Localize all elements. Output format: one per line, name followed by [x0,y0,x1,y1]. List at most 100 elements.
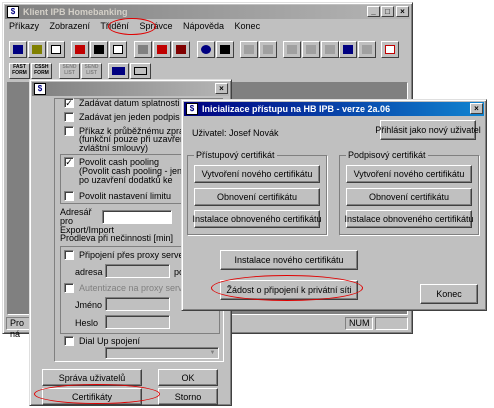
dialog-titlebar: $ Inicializace přístupu na HB IPB - verz… [184,102,484,116]
proxy-checkbox[interactable] [64,250,74,260]
page-icon [113,45,123,54]
dialog-title: Inicializace přístupu na HB IPB - verze … [202,104,391,114]
access-install-renewed-button[interactable]: Instalace obnoveného certifikátu [192,210,322,228]
dialup-label: Dial Up spojení [79,336,141,346]
limit-label: Povolit nastavení limitu [79,191,172,201]
single-signature-label: Zadávat jen jeden podpis [79,112,180,122]
toolbar-button-14[interactable] [283,41,301,58]
settings-close-button[interactable]: × [215,83,228,94]
toolbar-button-19[interactable] [381,41,399,58]
limit-checkbox[interactable] [64,191,74,201]
toolbar-button-3[interactable] [47,41,65,58]
cash-pooling-note: (Povolit cash pooling - jen po uzavření … [79,167,183,185]
due-date-checkbox[interactable]: ✓ [64,98,74,108]
access-renew-cert-button[interactable]: Obnovení certifikátu [194,188,320,206]
cancel-button[interactable]: Storno [158,388,218,405]
document-icon [325,45,335,54]
toolbar-button-9[interactable] [172,41,190,58]
toolbar-button-12[interactable] [240,41,258,58]
toolbar-button-2[interactable] [28,41,46,58]
dialup-select[interactable]: ▼ [105,347,219,359]
dialup-checkbox[interactable] [64,336,74,346]
page-icon [51,45,61,54]
signing-renew-cert-button[interactable]: Obnovení certifikátu [346,188,472,206]
toolbar-button-18[interactable] [358,41,376,58]
document-icon [220,45,230,54]
continuous-processing-note: (funkční pouze při uzavření zvláštní sml… [79,134,188,153]
name-input[interactable] [105,297,170,311]
toolbar-button-15[interactable] [302,41,320,58]
document-icon [176,45,186,54]
send-list-button-2[interactable]: SEND LIST [81,63,102,79]
install-new-cert-button[interactable]: Instalace nového certifikátu [220,250,358,270]
user-label: Uživatel: Josef Novák [192,128,279,138]
single-signature-checkbox[interactable] [64,112,74,122]
minimize-button[interactable]: _ [367,6,380,17]
grid-view-button[interactable] [130,63,151,79]
signing-install-renewed-button[interactable]: Instalace obnoveného certifikátu [344,210,474,228]
export-dir-label: Adresář pro Export/Import [60,207,115,235]
auth-checkbox[interactable] [64,283,74,293]
grid-icon [134,67,147,75]
maximize-button[interactable]: □ [381,6,394,17]
close-button[interactable]: × [396,6,409,17]
menu-napoveda[interactable]: Nápověda [183,21,224,31]
document-icon [362,45,372,54]
menu-konec[interactable]: Konec [235,21,261,31]
document-icon [32,45,42,54]
proxy-label: Připojení přes proxy server [79,250,187,260]
menu-zobrazeni[interactable]: Zobrazení [50,21,91,31]
highlight-certificates-button [34,384,160,404]
continuous-processing-checkbox[interactable] [64,126,74,136]
toolbar-button-16[interactable] [321,41,339,58]
chevron-down-icon: ▼ [209,350,216,356]
end-button[interactable]: Konec [420,284,478,304]
toolbar-button-17[interactable] [339,41,357,58]
highlight-spravce-menu [108,18,156,35]
toolbar-button-13[interactable] [259,41,277,58]
status-num: NUM [345,317,373,330]
settings-app-icon: $ [34,83,46,95]
toolbar-button-8[interactable] [153,41,171,58]
highlight-request-connect [211,275,363,301]
signing-certificate-title: Podpisový certifikát [346,150,428,160]
send-list-button-1[interactable]: SEND LIST [59,63,80,79]
inactivity-label: Prodleva při nečinnosti [min] [60,233,174,243]
export-dir-input[interactable] [102,210,172,224]
list-icon [112,67,125,75]
address-label: adresa [75,267,103,277]
toolbar-button-1[interactable] [9,41,27,58]
toolbar-button-11[interactable] [216,41,234,58]
due-date-label: Zadávat datum splatnosti [79,98,180,108]
list-view-button[interactable] [108,63,129,79]
document-icon [94,45,104,54]
signing-create-cert-button[interactable]: Vytvoření nového certifikátu [346,165,472,183]
toolbar-button-6[interactable] [109,41,127,58]
address-input[interactable] [105,264,170,278]
main-titlebar: $ Klient IPB Homebanking _ □ × [5,5,410,19]
menu-prikazy[interactable]: Příkazy [9,21,39,31]
access-create-cert-button[interactable]: Vytvoření nového certifikátu [194,165,320,183]
fast-form-button[interactable]: FAST FORM [9,63,30,79]
auth-label: Autentizace na proxy server [79,283,191,293]
globe-icon [201,45,211,54]
toolbar-button-10[interactable] [197,41,215,58]
ok-button[interactable]: OK [158,369,218,386]
name-label: Jméno [75,300,103,310]
document-icon [263,45,273,54]
main-title: Klient IPB Homebanking [23,7,128,17]
toolbar-button-5[interactable] [90,41,108,58]
document-icon [244,45,254,54]
access-certificate-title: Přístupový certifikát [194,150,277,160]
login-new-user-button[interactable]: Přihlásit jako nový uživatel [375,120,481,140]
document-icon [306,45,316,54]
cssh-form-button[interactable]: CSSH FORM [31,63,52,79]
document-icon [287,45,297,54]
password-input[interactable] [105,315,170,329]
settings-titlebar: $ × [32,82,229,96]
document-icon [138,45,148,54]
toolbar-button-7[interactable] [134,41,152,58]
dialog-close-button[interactable]: × [470,103,483,114]
toolbar-button-4[interactable] [71,41,89,58]
cash-pooling-checkbox[interactable]: ✓ [64,157,74,167]
